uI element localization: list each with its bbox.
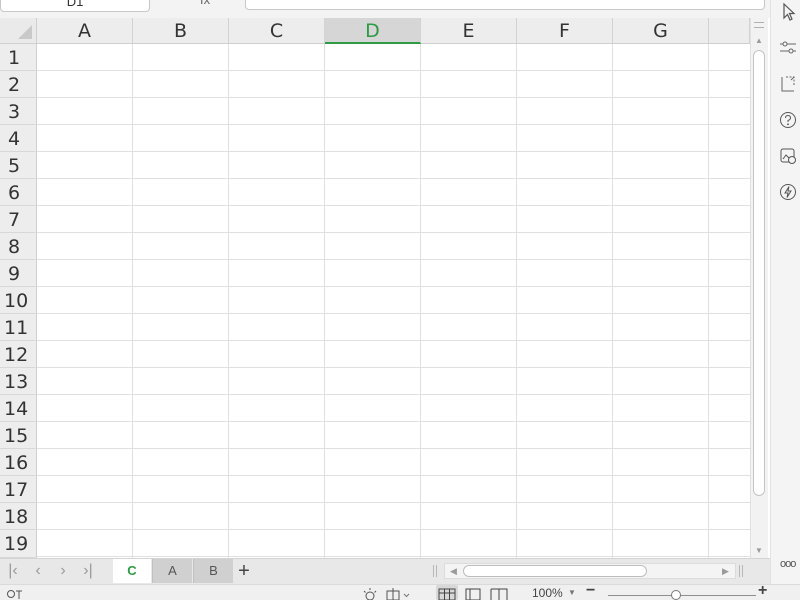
- cursor-icon[interactable]: [778, 2, 798, 22]
- select-all-corner[interactable]: [0, 18, 37, 44]
- hscroll-splitter-right-icon[interactable]: [739, 565, 743, 577]
- zoom-slider-knob[interactable]: [671, 590, 681, 600]
- zoom-dropdown-icon[interactable]: ▼: [568, 586, 576, 600]
- page-break-view-button[interactable]: [488, 585, 510, 600]
- filter-settings-icon[interactable]: [778, 38, 798, 58]
- split-grip-icon[interactable]: [754, 22, 764, 28]
- vertical-scroll-thumb[interactable]: [753, 50, 765, 496]
- page-layout-view-button[interactable]: [462, 585, 484, 601]
- row-header-3[interactable]: 3: [0, 98, 37, 125]
- scroll-left-icon[interactable]: ◀: [450, 563, 457, 579]
- column-header-d[interactable]: D: [325, 18, 421, 44]
- column-header-partial[interactable]: [709, 18, 750, 44]
- prev-sheet-icon[interactable]: ‹: [29, 562, 47, 580]
- sheet-tab-a[interactable]: A: [152, 559, 192, 583]
- image-edit-icon[interactable]: [778, 146, 798, 166]
- horizontal-scroll-thumb[interactable]: [463, 565, 647, 577]
- column-header-a[interactable]: A: [37, 18, 133, 44]
- zoom-out-button[interactable]: −: [586, 583, 595, 599]
- row-header-5[interactable]: 5: [0, 152, 37, 179]
- help-icon[interactable]: [778, 110, 798, 130]
- normal-view-button[interactable]: [436, 585, 458, 601]
- fx-label[interactable]: fx: [200, 0, 210, 7]
- row-header-12[interactable]: 12: [0, 341, 37, 368]
- column-header-b[interactable]: B: [133, 18, 229, 44]
- formula-input[interactable]: [245, 0, 765, 10]
- add-sheet-button[interactable]: +: [233, 560, 255, 582]
- row-header-18[interactable]: 18: [0, 503, 37, 530]
- row-header-19[interactable]: 19: [0, 530, 37, 558]
- name-box[interactable]: D1: [0, 0, 150, 12]
- lightning-icon[interactable]: [778, 182, 798, 202]
- row-header-6[interactable]: 6: [0, 179, 37, 206]
- column-header-g[interactable]: G: [613, 18, 709, 44]
- row-header-11[interactable]: 11: [0, 314, 37, 341]
- row-header-13[interactable]: 13: [0, 368, 37, 395]
- select-all-triangle-icon: [18, 25, 32, 39]
- zoom-slider-track[interactable]: [608, 595, 756, 596]
- zoom-level[interactable]: 100%: [532, 586, 563, 600]
- row-header-15[interactable]: 15: [0, 422, 37, 449]
- column-header-e[interactable]: E: [421, 18, 517, 44]
- transform-icon[interactable]: [778, 74, 798, 94]
- row-header-1[interactable]: 1: [0, 44, 37, 71]
- scroll-down-icon[interactable]: ▼: [754, 546, 764, 555]
- cell-grid[interactable]: [37, 44, 750, 558]
- hscroll-splitter-left-icon[interactable]: [433, 565, 437, 577]
- macro-record-icon[interactable]: [6, 587, 24, 600]
- row-header-9[interactable]: 9: [0, 260, 37, 287]
- sheet-tab-c[interactable]: C: [113, 559, 151, 583]
- zoom-in-button[interactable]: +: [758, 583, 767, 599]
- next-sheet-icon[interactable]: ›: [54, 562, 72, 580]
- row-header-14[interactable]: 14: [0, 395, 37, 422]
- column-header-f[interactable]: F: [517, 18, 613, 44]
- eye-protection-icon[interactable]: [360, 586, 380, 601]
- row-header-4[interactable]: 4: [0, 125, 37, 152]
- scroll-up-icon[interactable]: ▲: [754, 36, 764, 45]
- row-header-2[interactable]: 2: [0, 71, 37, 98]
- row-header-8[interactable]: 8: [0, 233, 37, 260]
- layout-options-icon[interactable]: [385, 586, 413, 601]
- row-header-10[interactable]: 10: [0, 287, 37, 314]
- scroll-right-icon[interactable]: ▶: [722, 563, 729, 579]
- row-header-7[interactable]: 7: [0, 206, 37, 233]
- row-header-17[interactable]: 17: [0, 476, 37, 503]
- sheet-tab-b[interactable]: B: [193, 559, 233, 583]
- row-header-16[interactable]: 16: [0, 449, 37, 476]
- last-sheet-icon[interactable]: ›|: [79, 562, 97, 580]
- column-header-c[interactable]: C: [229, 18, 325, 44]
- more-options-icon[interactable]: ooo: [780, 558, 796, 570]
- first-sheet-icon[interactable]: |‹: [4, 562, 22, 580]
